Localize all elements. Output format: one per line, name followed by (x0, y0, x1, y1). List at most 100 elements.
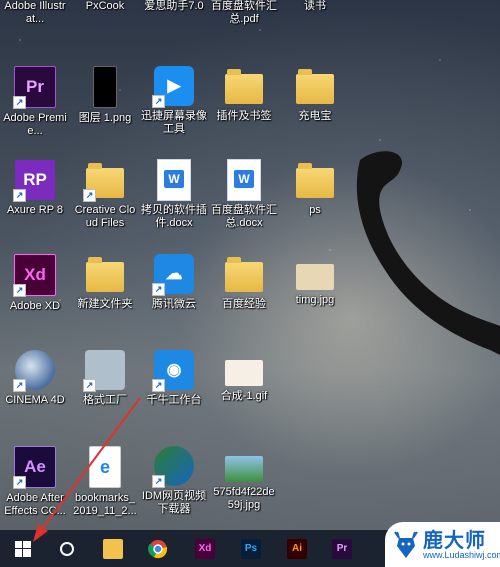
desktop-icon-creative-cloud[interactable]: ↗ Creative Cloud Files (72, 160, 138, 230)
desktop-icon-qianniu[interactable]: ◉ ↗ 千牛工作台 (141, 350, 207, 407)
premiere-icon: Pr (332, 538, 352, 559)
folder-icon (295, 160, 335, 200)
desktop-icon-axure[interactable]: RP ↗ Axure RP 8 (2, 160, 68, 217)
xd-button[interactable]: Xd (190, 534, 220, 563)
start-button[interactable] (8, 534, 38, 563)
axure-icon: RP ↗ (13, 160, 55, 202)
weiyun-icon: ☁ ↗ (152, 254, 194, 296)
icon-label: bookmarks_2019_11_2... (73, 492, 137, 517)
folder-icon (295, 66, 335, 106)
desktop-icon-baidu-docx[interactable]: W 百度盘软件汇总.docx (211, 159, 277, 230)
desktop-icon-timg[interactable]: timg.jpg (282, 254, 348, 307)
desktop-icon-dushu[interactable]: 读书 (282, 0, 348, 13)
photoshop-icon: Ps (241, 538, 261, 559)
word-doc-icon: W (224, 159, 264, 201)
after-effects-icon: Ae ↗ (13, 446, 56, 489)
chrome-icon (148, 539, 168, 558)
desktop: Adobe Illustrat... PxCook 爱思助手7.0 百度盘软件汇… (0, 0, 500, 530)
image-icon (225, 456, 263, 482)
shortcut-arrow-icon: ↗ (13, 379, 26, 392)
desktop-icon-screen-recorder[interactable]: ▶ ↗ 迅捷屏幕录像工具 (141, 66, 207, 136)
desktop-icon-575-jpg[interactable]: 575fd4f22de59j.jpg (211, 446, 277, 512)
icon-label: timg.jpg (295, 294, 335, 306)
creative-cloud-folder-icon: ↗ (83, 160, 125, 202)
search-button[interactable] (52, 534, 82, 563)
icon-label: 百度经验 (222, 298, 266, 310)
file-explorer-button[interactable] (98, 534, 128, 563)
desktop-icon-layer-png[interactable]: 图层 1.png (72, 66, 138, 125)
hand-silhouette (356, 151, 500, 355)
icon-label: 插件及书签 (216, 110, 272, 122)
desktop-icon-aisi[interactable]: 爱思助手7.0 (141, 0, 207, 13)
windows-logo-icon (15, 540, 31, 557)
icon-label: 读书 (304, 0, 326, 12)
image-icon (296, 264, 334, 290)
desktop-icon-new-folder[interactable]: 新建文件夹 (72, 254, 138, 311)
cortana-circle-icon (60, 541, 74, 556)
shortcut-arrow-icon: ↗ (83, 189, 96, 202)
folder-icon (103, 538, 123, 559)
html-file-icon: e (89, 446, 121, 488)
icon-label: 爱思助手7.0 (144, 0, 204, 12)
icon-label: 合成-1.gif (220, 390, 268, 402)
cinema4d-icon: ↗ (13, 350, 55, 392)
icon-label: 腾讯微云 (152, 298, 196, 310)
icon-label: Axure RP 8 (6, 204, 64, 216)
icon-label: 新建文件夹 (77, 298, 133, 310)
chrome-button[interactable] (143, 534, 173, 563)
desktop-icon-pxcook[interactable]: PxCook (72, 0, 138, 13)
desktop-icon-illustrator[interactable]: Adobe Illustrat... (2, 0, 68, 26)
xd-icon: Xd (195, 538, 215, 559)
premiere-icon: Pr ↗ (13, 66, 56, 109)
shortcut-arrow-icon: ↗ (83, 379, 96, 392)
gif-icon (225, 360, 263, 386)
icon-label: 迅捷屏幕录像工具 (141, 110, 207, 135)
desktop-icon-gif[interactable]: 合成-1.gif (211, 350, 277, 403)
desktop-icon-ps-folder[interactable]: ps (282, 160, 348, 217)
xd-icon: Xd ↗ (13, 254, 56, 297)
shortcut-arrow-icon: ↗ (152, 283, 165, 296)
desktop-icon-bookmarks-html[interactable]: e bookmarks_2019_11_2... (72, 446, 138, 518)
folder-icon (224, 66, 264, 106)
folder-icon (224, 254, 264, 294)
shortcut-arrow-icon: ↗ (152, 379, 165, 392)
premiere-button[interactable]: Pr (327, 534, 357, 563)
icon-label: ps (309, 204, 321, 216)
shortcut-arrow-icon: ↗ (152, 95, 165, 108)
icon-label: 575fd4f22de59j.jpg (213, 486, 275, 511)
qianniu-icon: ◉ ↗ (152, 350, 194, 392)
icon-label: 百度盘软件汇总.pdf (211, 0, 277, 25)
desktop-icon-format-factory[interactable]: ↗ 格式工厂 (72, 350, 138, 407)
shortcut-arrow-icon: ↗ (13, 96, 26, 109)
photoshop-button[interactable]: Ps (236, 534, 266, 563)
icon-label: PxCook (85, 0, 125, 12)
desktop-icon-after-effects[interactable]: Ae ↗ Adobe After Effects CC... (2, 446, 68, 518)
shortcut-arrow-icon: ↗ (13, 476, 26, 489)
desktop-icon-cinema4d[interactable]: ↗ CINEMA 4D (2, 350, 68, 407)
icon-label: 百度盘软件汇总.docx (211, 204, 277, 229)
desktop-icon-idm[interactable]: ↗ IDM网页视频下载器 (141, 446, 207, 516)
screen-recorder-icon: ▶ ↗ (152, 66, 194, 108)
desktop-icon-plugins-folder[interactable]: 插件及书签 (211, 66, 277, 123)
word-doc-icon: W (154, 159, 194, 201)
icon-label: Adobe Premie... (3, 112, 67, 137)
desktop-icon-baidu-jingyan[interactable]: 百度经验 (211, 254, 277, 311)
shortcut-arrow-icon: ↗ (152, 475, 165, 488)
illustrator-button[interactable]: Ai (282, 534, 312, 563)
watermark-title: 鹿大师 (423, 530, 486, 552)
icon-label: Adobe XD (9, 300, 61, 312)
shortcut-arrow-icon: ↗ (13, 284, 26, 297)
icon-label: 拷贝的软件插件.docx (141, 204, 207, 229)
watermark: 鹿大师 www.Ludashiwj.com (385, 522, 500, 567)
desktop-icon-weiyun[interactable]: ☁ ↗ 腾讯微云 (141, 254, 207, 311)
desktop-icon-baidu-pdf[interactable]: 百度盘软件汇总.pdf (211, 0, 277, 26)
desktop-icon-premiere[interactable]: Pr ↗ Adobe Premie... (2, 66, 68, 138)
desktop-icon-xd[interactable]: Xd ↗ Adobe XD (2, 254, 68, 313)
image-icon (93, 66, 117, 108)
watermark-url: www.Ludashiwj.com (423, 550, 500, 560)
icon-label: 图层 1.png (78, 112, 132, 124)
illustrator-icon: Ai (287, 538, 307, 559)
desktop-icon-copied-software-docx[interactable]: W 拷贝的软件插件.docx (141, 159, 207, 230)
desktop-icon-powerbank-folder[interactable]: 充电宝 (282, 66, 348, 123)
icon-label: 格式工厂 (83, 394, 127, 406)
